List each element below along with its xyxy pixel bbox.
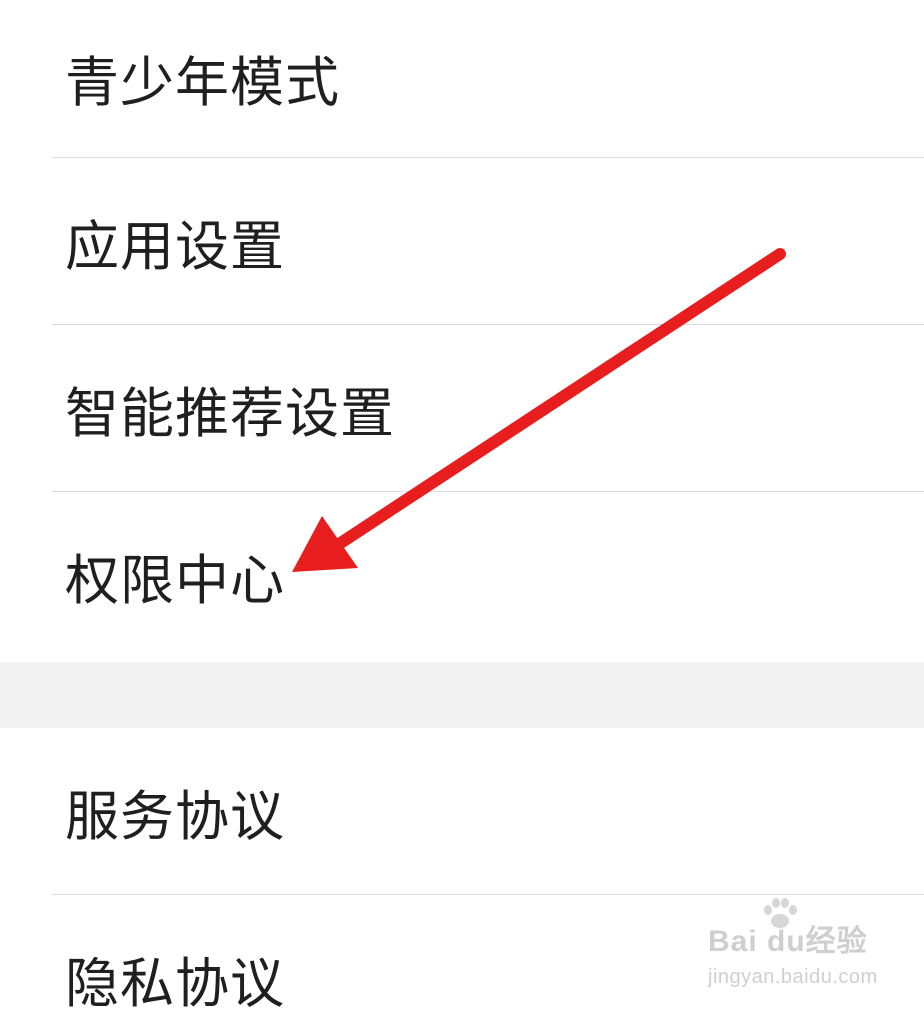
settings-item-smart-recommend[interactable]: 智能推荐设置 [52, 325, 924, 492]
settings-item-label: 应用设置 [65, 214, 285, 278]
watermark-url: jingyan.baidu.com [708, 966, 878, 988]
settings-item-permission-center[interactable]: 权限中心 [52, 492, 924, 659]
section-divider [0, 662, 924, 728]
settings-item-service-agreement[interactable]: 服务协议 [52, 728, 924, 895]
watermark: Bai du经验 jingyan.baidu.com [708, 898, 878, 1006]
settings-group-1: 青少年模式 应用设置 智能推荐设置 权限中心 [0, 0, 924, 662]
watermark-logo: Bai du经验 [708, 925, 868, 958]
settings-item-label: 隐私协议 [65, 952, 285, 1015]
settings-item-app-settings[interactable]: 应用设置 [52, 158, 924, 325]
settings-item-label: 智能推荐设置 [65, 381, 395, 445]
settings-item-label: 青少年模式 [65, 51, 340, 114]
settings-item-label: 服务协议 [65, 784, 285, 848]
settings-item-label: 权限中心 [65, 549, 285, 612]
settings-screen: 青少年模式 应用设置 智能推荐设置 权限中心 服务协议 隐私协议 Bai du经… [0, 0, 924, 1024]
settings-item-teen-mode[interactable]: 青少年模式 [52, 0, 924, 158]
